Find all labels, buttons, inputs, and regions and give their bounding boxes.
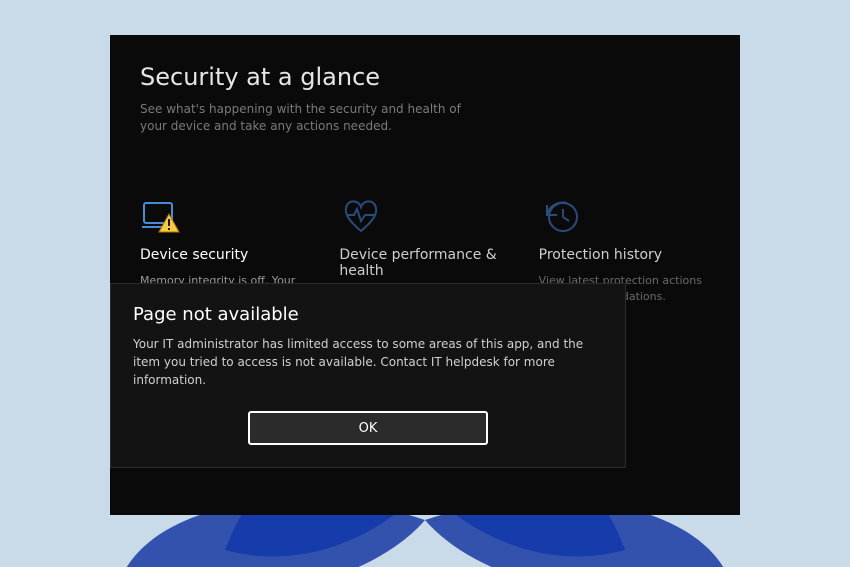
dialog-body: Your IT administrator has limited access…: [133, 335, 603, 389]
page-subtitle: See what's happening with the security a…: [140, 101, 470, 136]
card-title: Protection history: [539, 247, 710, 263]
windows-security-window: Security at a glance See what's happenin…: [110, 35, 740, 515]
card-title: Device security: [140, 247, 311, 263]
page-not-available-dialog: Page not available Your IT administrator…: [110, 283, 626, 468]
heart-icon: [339, 197, 383, 237]
ok-button[interactable]: OK: [248, 411, 488, 445]
page-title: Security at a glance: [140, 63, 710, 91]
dialog-title: Page not available: [133, 304, 603, 325]
warning-icon: [158, 213, 180, 233]
history-icon: [539, 197, 583, 237]
card-title: Device performance & health: [339, 247, 510, 279]
